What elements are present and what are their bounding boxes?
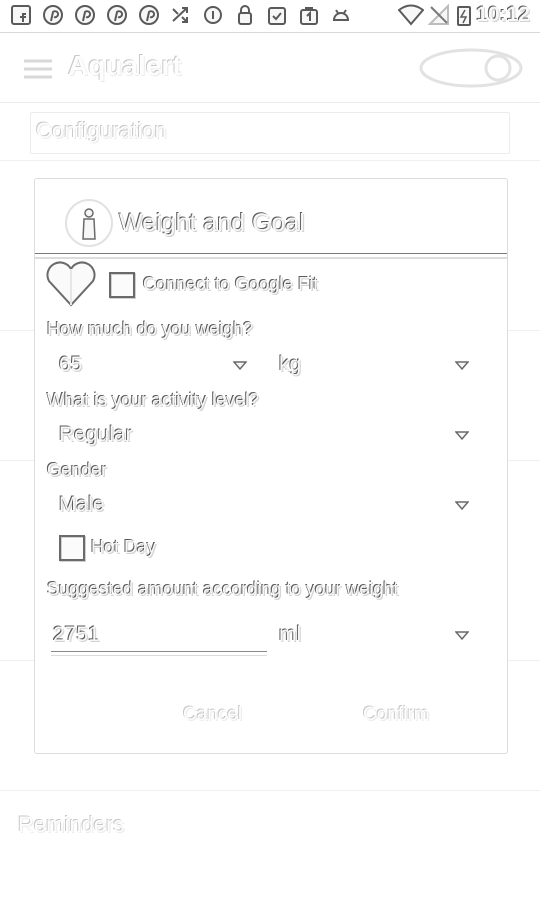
pinterest-icon [139,5,159,25]
gender-value: Male [59,493,105,516]
battery-charging-icon [457,6,471,26]
suggested-amount-label: Suggested amount according to your weigh… [47,579,399,599]
dialog-title: Weight and Goal [119,209,305,237]
chevron-down-icon [233,361,247,371]
weight-value: 65 [59,353,83,376]
no-signal-icon [428,4,449,25]
background-divider [0,160,540,161]
facebook-icon [11,5,31,25]
pinterest-icon [75,5,95,25]
app-logo-icon [419,48,523,88]
android-icon [332,9,350,21]
weight-unit-select[interactable]: kg [271,351,471,381]
activity-level-select[interactable]: Regular [47,421,471,451]
cancel-button[interactable]: Cancel [183,704,242,726]
gender-select[interactable]: Male [47,491,471,521]
activity-question-label: What is your activity level? [47,390,260,410]
weight-goal-dialog: Weight and Goal Connect to Google Fit Ho… [34,178,508,754]
pinterest-icon [43,5,63,25]
amount-input-underline [51,651,267,656]
heart-icon [46,261,96,307]
person-figure-icon [82,208,96,240]
clipboard-check-icon [268,7,286,25]
weight-unit: kg [279,353,302,376]
shopping-bag-icon [300,7,318,25]
activity-level-value: Regular [59,423,133,446]
confirm-button[interactable]: Confirm [363,704,430,726]
shuffle-icon [172,7,188,23]
background-header-divider [0,102,540,103]
amount-input[interactable]: 2751 [51,619,269,657]
background-divider [0,790,540,791]
status-bar: 10:12 [0,0,540,33]
google-fit-label[interactable]: Connect to Google Fit [143,274,318,295]
person-icon [65,199,113,247]
amount-unit-select[interactable]: ml [271,621,471,651]
pinterest-icon [107,5,127,25]
background-field-text: Configuration [36,118,167,143]
amount-unit: ml [279,623,302,646]
chevron-down-icon [455,361,469,371]
menu-icon [24,59,52,79]
wifi-icon [398,4,424,26]
chevron-down-icon [455,501,469,511]
google-fit-checkbox[interactable] [109,272,135,298]
status-time: 10:12 [476,3,530,26]
background-bottom-text: Reminders [18,812,125,837]
background-app-title: Aqualert [68,50,182,81]
chevron-down-icon [455,631,469,641]
weight-value-select[interactable]: 65 [47,351,251,381]
lock-icon [238,5,252,25]
hot-day-checkbox[interactable] [59,535,85,561]
dialog-title-divider [35,253,507,259]
hot-day-label[interactable]: Hot Day [91,537,156,558]
gender-label: Gender [47,460,108,480]
chevron-down-icon [455,431,469,441]
info-icon [204,6,222,24]
weight-question-label: How much do you weigh? [47,319,254,339]
amount-value: 2751 [53,623,100,646]
